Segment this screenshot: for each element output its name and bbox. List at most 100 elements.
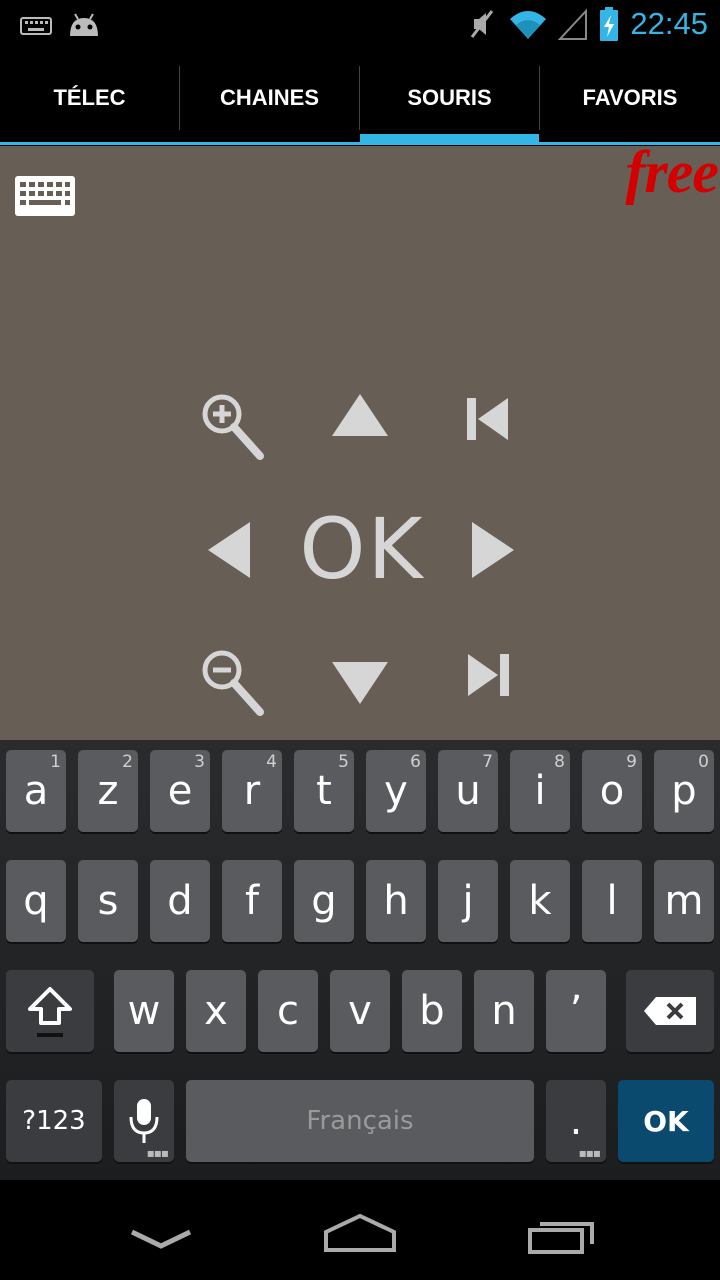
key-f[interactable]: f (222, 860, 282, 942)
key-label: i (534, 768, 546, 814)
key-r[interactable]: r4 (222, 750, 282, 832)
key-x[interactable]: x (186, 970, 246, 1052)
key-label: c (277, 988, 299, 1034)
key-m[interactable]: m (654, 860, 714, 942)
key-i[interactable]: i8 (510, 750, 570, 832)
arrow-down-icon[interactable] (330, 660, 390, 706)
tab-favoris[interactable]: FAVORIS (540, 50, 720, 146)
ok-button[interactable]: OK (292, 500, 432, 598)
key-t[interactable]: t5 (294, 750, 354, 832)
key-label: x (204, 988, 228, 1034)
soft-keyboard: a1 z2 e3 r4 t5 y6 u7 i8 o9 p0 q s d f g … (0, 740, 720, 1180)
tab-label: SOURIS (407, 85, 492, 110)
key-a[interactable]: a1 (6, 750, 66, 832)
arrow-left-icon[interactable] (206, 520, 252, 580)
home-icon[interactable] (322, 1212, 398, 1254)
key-g[interactable]: g (294, 860, 354, 942)
key-hint: 3 (194, 752, 205, 772)
key-n[interactable]: n (474, 970, 534, 1052)
android-debug-icon (70, 13, 98, 36)
key-c[interactable]: c (258, 970, 318, 1052)
zoom-in-icon[interactable] (198, 390, 268, 462)
shift-arrow-icon (28, 987, 72, 1037)
key-v[interactable]: v (330, 970, 390, 1052)
hide-keyboard-back-icon[interactable] (128, 1226, 194, 1252)
key-label: t (316, 768, 332, 814)
tab-chaines[interactable]: CHAINES (180, 50, 359, 146)
signal-icon (558, 8, 588, 40)
keyboard-notification-icon (20, 17, 52, 35)
battery-charging-icon (600, 7, 619, 41)
key-u[interactable]: u7 (438, 750, 498, 832)
key-label: e (167, 768, 193, 814)
key-w[interactable]: w (114, 970, 174, 1052)
tab-telec[interactable]: TÉLEC (0, 50, 179, 146)
more-options-indicator: ▪▪▪ (146, 1146, 169, 1160)
key-e[interactable]: e3 (150, 750, 210, 832)
key-hint: 5 (338, 752, 349, 772)
key-apostrophe[interactable]: ’ (546, 970, 606, 1052)
voice-input-key[interactable]: ▪▪▪ (114, 1080, 174, 1162)
key-l[interactable]: l (582, 860, 642, 942)
key-hint: 9 (626, 752, 637, 772)
key-hint: 1 (50, 752, 61, 772)
key-label: OK (643, 1104, 689, 1138)
key-label: n (491, 988, 517, 1034)
key-hint: 7 (482, 752, 493, 772)
more-options-indicator: ▪▪▪ (578, 1146, 601, 1160)
backspace-icon (644, 997, 696, 1025)
shift-key[interactable] (6, 970, 94, 1052)
symbols-key[interactable]: ?123 (6, 1080, 102, 1162)
enter-ok-key[interactable]: OK (618, 1080, 714, 1162)
key-y[interactable]: y6 (366, 750, 426, 832)
keyboard-toggle-icon[interactable] (14, 174, 76, 220)
key-b[interactable]: b (402, 970, 462, 1052)
clock: 22:45 (630, 6, 708, 41)
key-label: k (528, 878, 552, 924)
key-label: h (383, 878, 409, 924)
key-label: Français (306, 1106, 414, 1136)
status-bar: 22:45 (0, 0, 720, 50)
backspace-key[interactable] (626, 970, 714, 1052)
tab-label: CHAINES (219, 85, 319, 110)
key-hint: 8 (554, 752, 565, 772)
arrow-up-icon[interactable] (330, 392, 390, 438)
key-label: g (311, 878, 337, 924)
key-label: w (127, 988, 161, 1034)
key-label: ?123 (22, 1106, 86, 1136)
key-d[interactable]: d (150, 860, 210, 942)
key-z[interactable]: z2 (78, 750, 138, 832)
tab-label: TÉLEC (53, 85, 126, 110)
key-q[interactable]: q (6, 860, 66, 942)
tab-souris[interactable]: SOURIS (360, 50, 539, 146)
key-h[interactable]: h (366, 860, 426, 942)
recent-apps-icon[interactable] (526, 1216, 598, 1256)
key-label: l (606, 878, 618, 924)
skip-next-icon[interactable] (464, 652, 512, 698)
key-o[interactable]: o9 (582, 750, 642, 832)
navigation-bar (0, 1180, 720, 1280)
mute-icon (471, 10, 494, 38)
key-s[interactable]: s (78, 860, 138, 942)
key-label: a (23, 768, 49, 814)
tab-active-indicator (360, 134, 539, 145)
microphone-icon (129, 1099, 159, 1143)
key-label: y (384, 768, 408, 814)
period-key[interactable]: . ▪▪▪ (546, 1080, 606, 1162)
tab-label: FAVORIS (582, 85, 678, 110)
zoom-out-icon[interactable] (198, 646, 268, 718)
wifi-icon (510, 11, 547, 39)
touchpad-area[interactable]: free OK (0, 139, 720, 740)
skip-previous-icon[interactable] (464, 396, 512, 442)
key-label: f (244, 878, 260, 924)
key-hint: 6 (410, 752, 421, 772)
key-j[interactable]: j (438, 860, 498, 942)
arrow-right-icon[interactable] (470, 520, 516, 580)
tab-bar: TÉLEC CHAINES SOURIS FAVORIS (0, 50, 720, 146)
key-label: . (569, 1098, 583, 1144)
key-p[interactable]: p0 (654, 750, 714, 832)
key-hint: 4 (266, 752, 277, 772)
key-label: d (167, 878, 193, 924)
space-key[interactable]: Français (186, 1080, 534, 1162)
key-k[interactable]: k (510, 860, 570, 942)
